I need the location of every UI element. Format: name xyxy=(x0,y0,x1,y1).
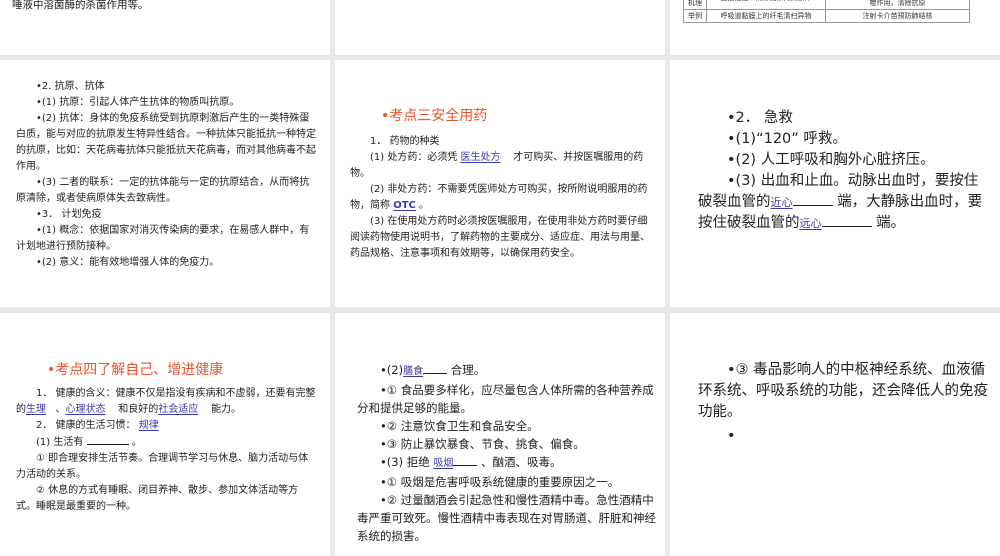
slide-thumbnail-7[interactable]: •考点四了解自己、增进健康 1． 健康的含义：健康不仅是指没有疾病和不虚弱，还要… xyxy=(0,313,330,556)
slide-line: •(3) 出血和止血。动脉出血时，要按住破裂血管的近心 端，大静脉出血时，要按住… xyxy=(698,173,983,231)
slide-thumbnail-9[interactable]: •③ 毒品影响人的中枢神经系统、血液循环系统、呼吸系统的功能，还会降低人的免疫功… xyxy=(670,313,1000,556)
slide-line: •② 注意饮食卫生和食品安全。 xyxy=(380,419,539,433)
slide-thumbnail-1[interactable]: 唾液中溶菌酶的杀菌作用等。 xyxy=(0,0,330,55)
slide-line: (3) 在使用处方药时必须按医嘱服用，在使用非处方药时要仔细阅读药物使用说明书，… xyxy=(350,216,650,259)
slide-line: • xyxy=(727,428,736,444)
table-row: 作用机理直接阻挡、清除或杀死病原体产生抗体，与抗原结合，促进吞噬细胞的吞噬作用，… xyxy=(683,0,970,10)
table-cell: 注射卡介苗预防肺结核 xyxy=(825,9,970,23)
slide-line: •(2) 意义：能有效地增强人体的免疫力。 xyxy=(36,257,220,268)
slide-line: •2． 急救 xyxy=(727,110,793,126)
slide-line: •(2) 人工呼吸和胸外心脏挤压。 xyxy=(727,152,935,168)
table-cell: 举例 xyxy=(683,9,707,23)
answer-text: 膳食 xyxy=(403,366,424,377)
answer-text: OTC xyxy=(393,200,416,211)
slide-line: •(1) 概念：依据国家对消灭传染病的要求，在易感人群中，有计划地进行预防接种。 xyxy=(16,225,310,252)
table-row: 举例 呼吸道黏膜上的纤毛清扫异物 注射卡介苗预防肺结核 xyxy=(683,9,970,23)
slide-line: •③ 毒品影响人的中枢神经系统、血液循环系统、呼吸系统的功能，还会降低人的免疫功… xyxy=(698,362,988,420)
slide-line: •(1)“120” 呼救。 xyxy=(727,131,847,147)
answer-text: 吸烟 xyxy=(433,458,454,469)
slide-line: •2. 抗原、抗体 xyxy=(36,81,105,92)
slide-line: 2． 健康的生活习惯： 规律 xyxy=(36,420,159,431)
slide-line: •① 吸烟是危害呼吸系统健康的重要原因之一。 xyxy=(380,475,620,489)
slide-line: ② 休息的方式有睡眠、闭目养神、散步、参加文体活动等方式。睡眠是最重要的一种。 xyxy=(16,485,299,512)
slide-line: 1． 药物的种类 xyxy=(370,136,440,147)
answer-text: 社会适应 xyxy=(158,404,199,415)
slide-line: •(3) 拒绝 吸烟 、酗酒、吸毒。 xyxy=(380,455,562,469)
slide-line: •① 食品要多样化，应尽量包含人体所需的各种营养成分和提供足够的能量。 xyxy=(357,383,654,415)
answer-text: 近心 xyxy=(770,196,793,209)
slide-thumbnail-2[interactable] xyxy=(335,0,665,55)
slide-thumbnail-6[interactable]: •2． 急救 •(1)“120” 呼救。 •(2) 人工呼吸和胸外心脏挤压。 •… xyxy=(670,60,1000,307)
slide-line: ① 即合理安排生活节奏。合理调节学习与休息、脑力活动与体力活动的关系。 xyxy=(16,453,309,480)
slide-line: 1． 健康的含义：健康不仅是指没有疾病和不虚弱，还要有完整的生理 、心理状态 和… xyxy=(16,388,316,415)
slide-line: •(1) 抗原：引起人体产生抗体的物质叫抗原。 xyxy=(36,97,240,108)
slide-line: •② 过量酗酒会引起急性和慢性酒精中毒。急性酒精中毒严重可致死。慢性酒精中毒表现… xyxy=(357,493,656,543)
table-cell: 作用机理 xyxy=(683,0,707,10)
slide-line: •(2)膳食 合理。 xyxy=(380,363,486,377)
answer-text: 医生处方 xyxy=(460,152,501,163)
slide-text: 唾液中溶菌酶的杀菌作用等。 xyxy=(12,0,149,11)
answer-text: 远心 xyxy=(799,217,822,230)
answer-text: 规律 xyxy=(138,420,159,431)
slide-title: •考点四了解自己、增进健康 xyxy=(47,362,224,378)
table-cell: 直接阻挡、清除或杀死病原体 xyxy=(706,0,826,10)
slide-title: •考点三安全用药 xyxy=(381,108,488,124)
table-cell: 呼吸道黏膜上的纤毛清扫异物 xyxy=(706,9,826,23)
slide-line: •③ 防止暴饮暴食、节食、挑食、偏食。 xyxy=(380,437,585,451)
slide-thumbnail-5[interactable]: •考点三安全用药 1． 药物的种类 (1) 处方药：必须凭 医生处方 才可购买、… xyxy=(335,60,665,307)
slide-thumbnail-8[interactable]: •(2)膳食 合理。 •① 食品要多样化，应尽量包含人体所需的各种营养成分和提供… xyxy=(335,313,665,556)
slide-line: (1) 生活有 。 xyxy=(16,434,316,451)
slide-line: •3． 计划免疫 xyxy=(36,209,102,220)
answer-text: 心理状态 xyxy=(65,404,106,415)
slide-line: •(3) 二者的联系：一定的抗体能与一定的抗原结合，从而将抗原清除，或者使病原体… xyxy=(16,177,310,204)
answer-text: 生理 xyxy=(26,404,46,415)
slide-thumbnail-4[interactable]: •2. 抗原、抗体 •(1) 抗原：引起人体产生抗体的物质叫抗原。 •(2) 抗… xyxy=(0,60,330,307)
slide-line: •(2) 抗体：身体的免疫系统受到抗原刺激后产生的一类特殊蛋白质，能与对应的抗原… xyxy=(16,113,316,172)
table-cell: 产生抗体，与抗原结合，促进吞噬细胞的吞噬作用，清除抗原 xyxy=(825,0,970,10)
immunity-table: 作用机理直接阻挡、清除或杀死病原体产生抗体，与抗原结合，促进吞噬细胞的吞噬作用，… xyxy=(683,0,970,23)
slide-thumbnail-3[interactable]: 作用机理直接阻挡、清除或杀死病原体产生抗体，与抗原结合，促进吞噬细胞的吞噬作用，… xyxy=(670,0,1000,55)
slide-line: (1) 处方药：必须凭 医生处方 才可购买、并按医嘱服用的药物。 xyxy=(350,152,644,179)
slide-line: (2) 非处方药：不需要凭医师处方可购买，按所附说明服用的药物，简称 OTC 。 xyxy=(350,184,648,211)
